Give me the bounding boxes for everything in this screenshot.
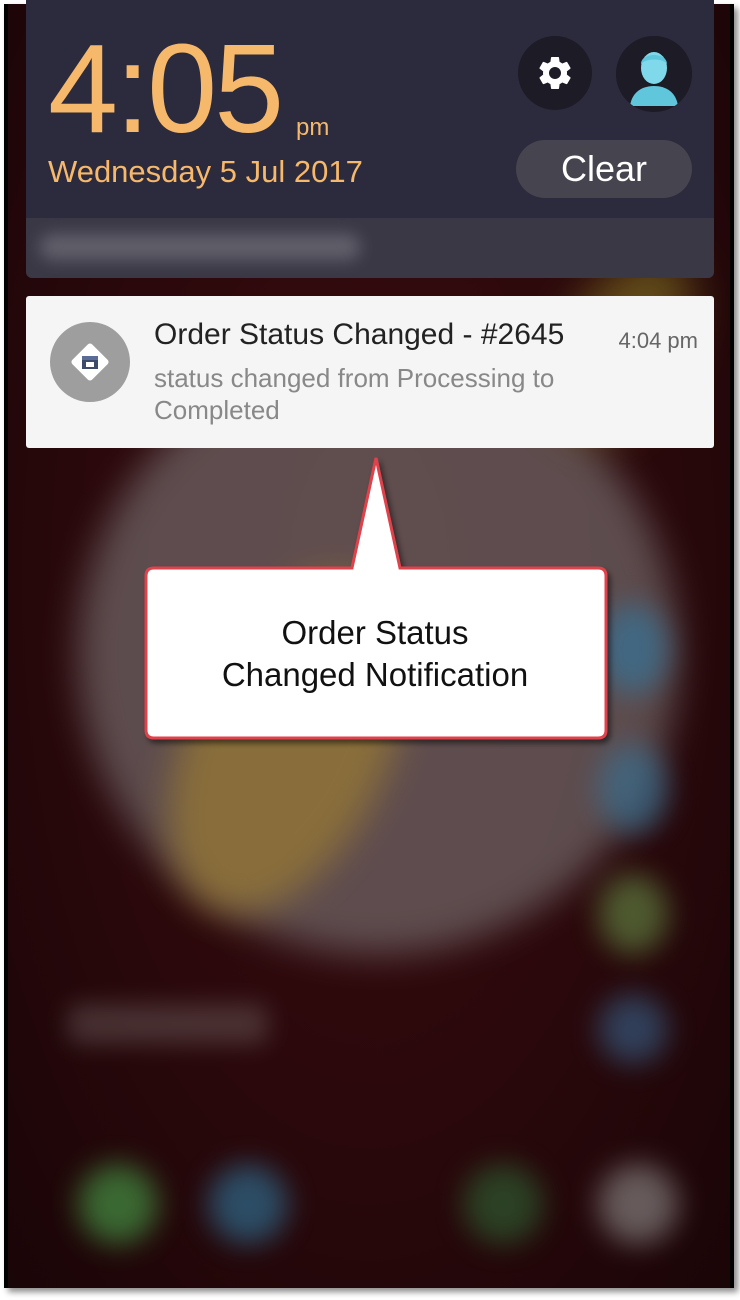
callout-label: Order Status Changed Notification — [150, 612, 600, 696]
callout-line-2: Changed Notification — [221, 656, 529, 693]
callout-line-1: Order Status — [281, 614, 469, 651]
